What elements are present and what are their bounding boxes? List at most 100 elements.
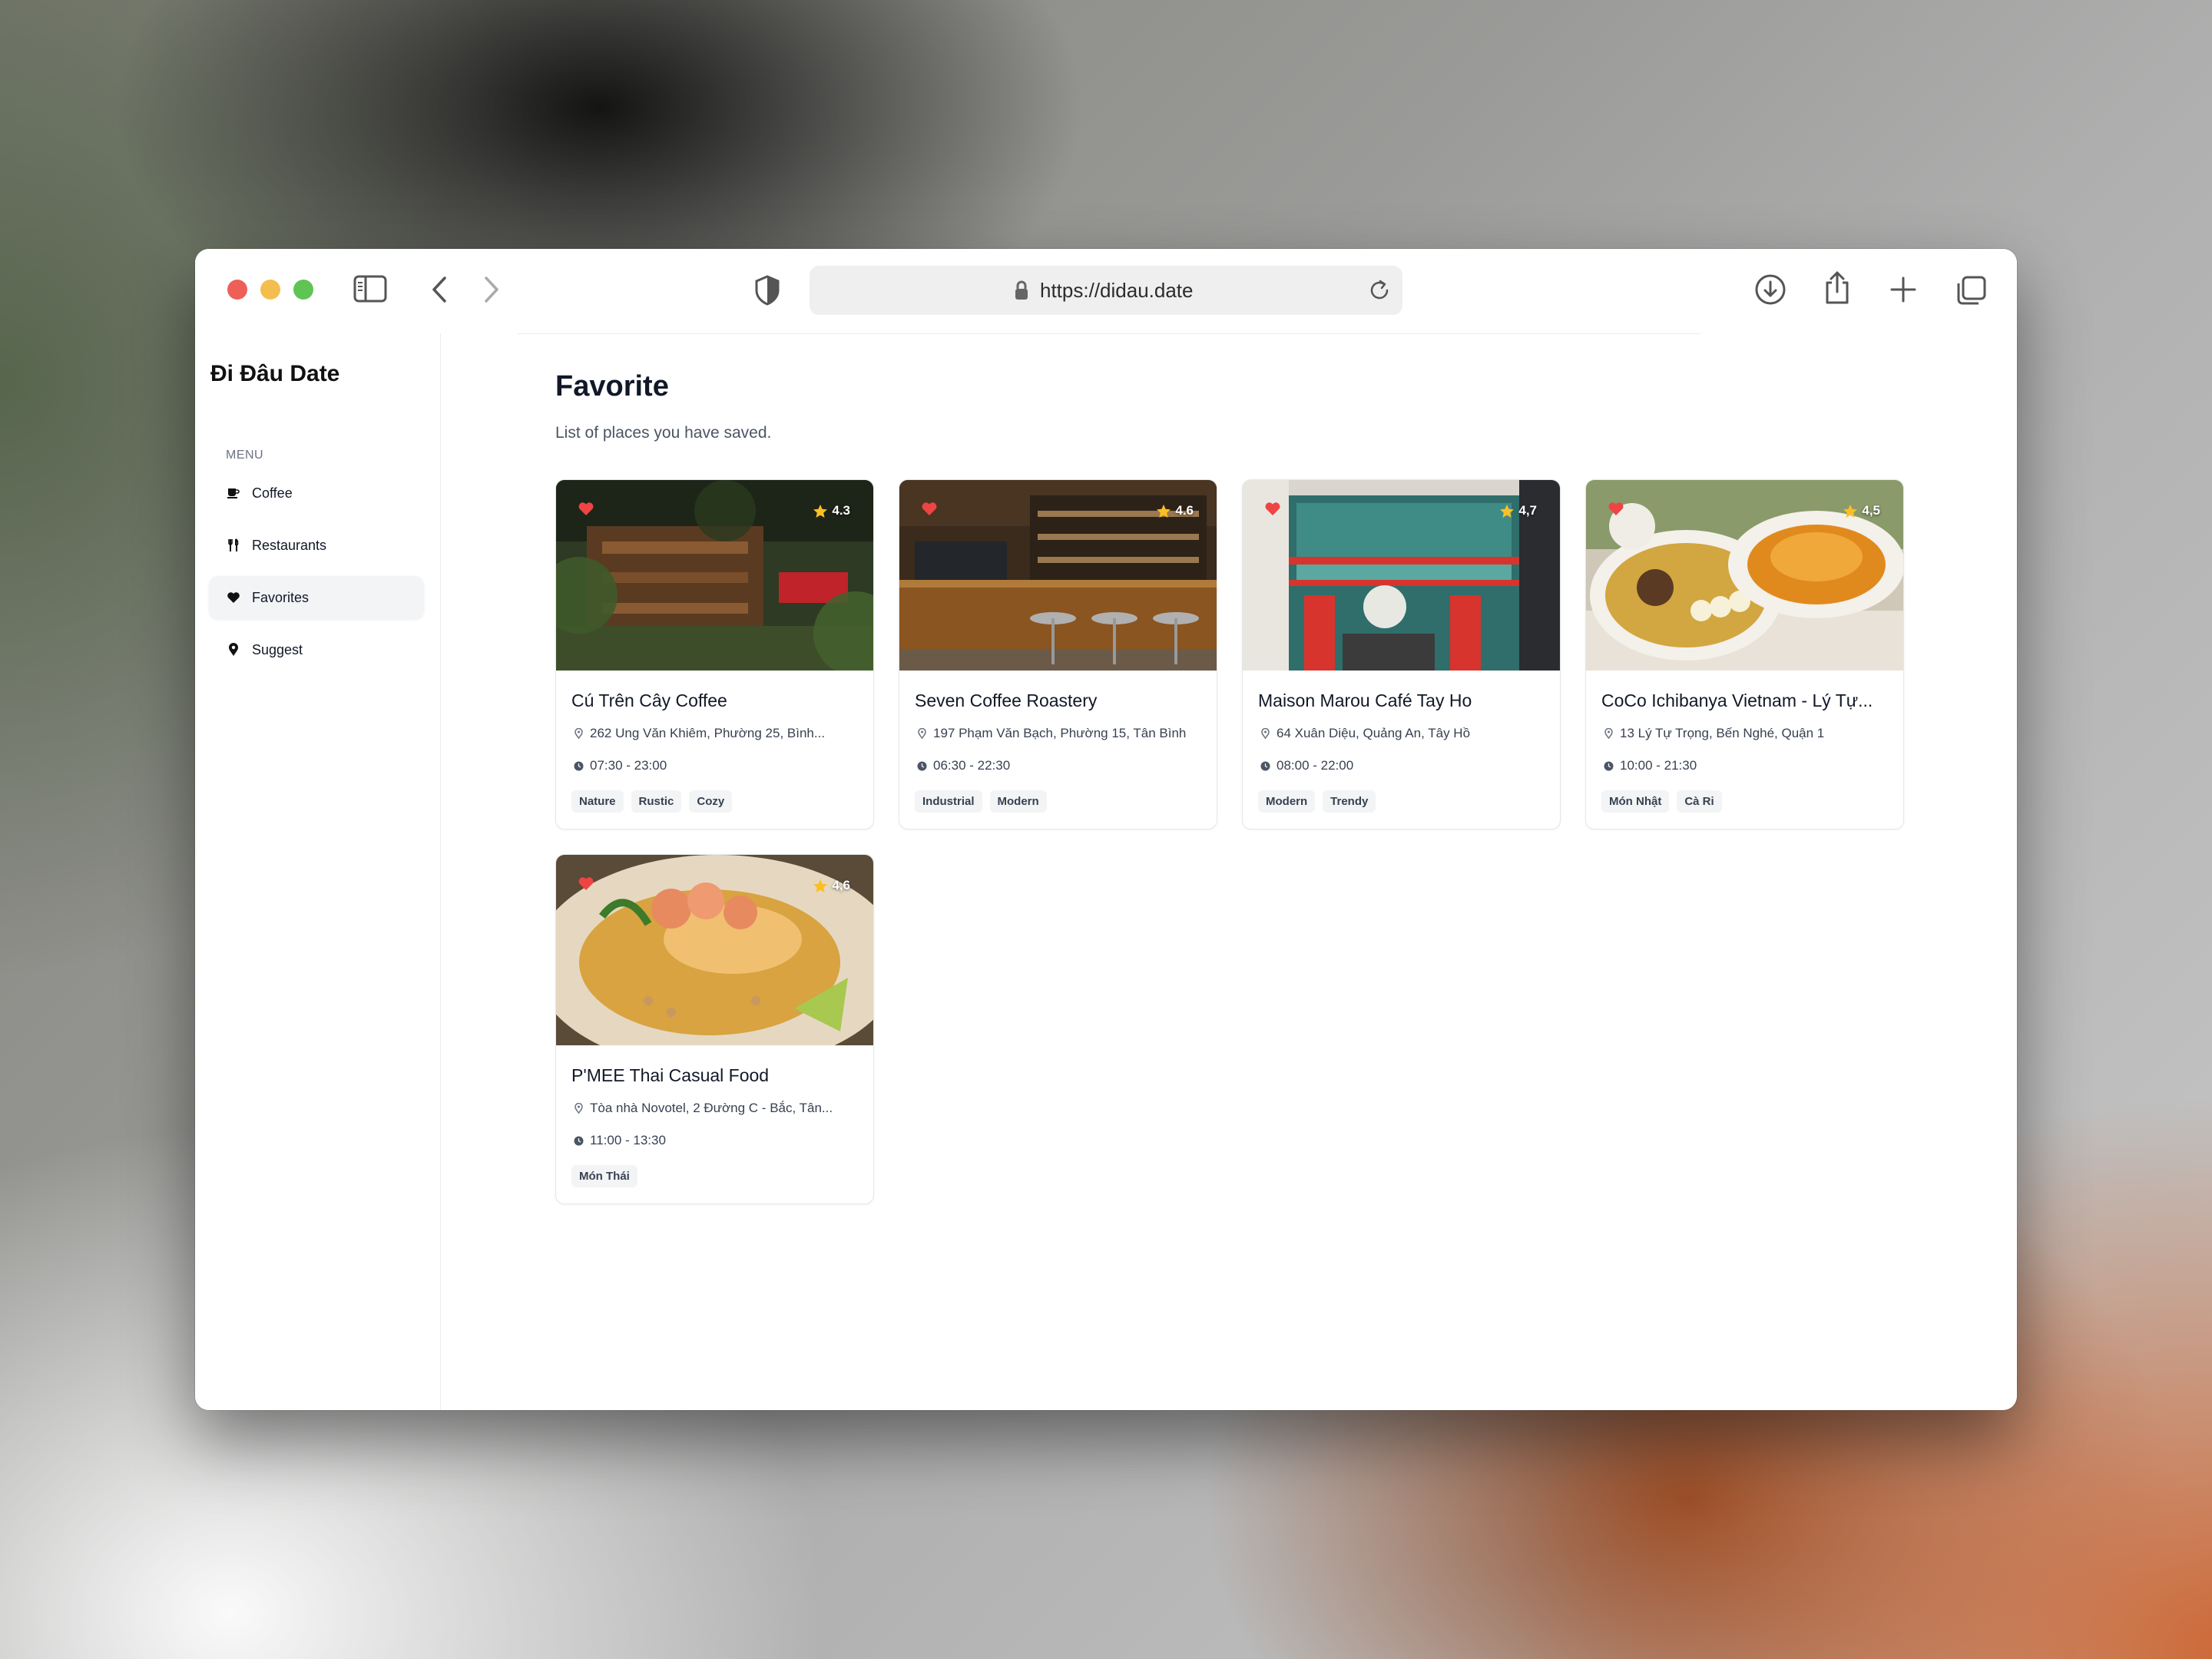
minimize-window-button[interactable] [260, 280, 280, 300]
brand-logo-text[interactable]: Đi Đâu Date [210, 361, 339, 387]
place-hours: 06:30 - 22:30 [915, 758, 1207, 773]
heart-icon [226, 590, 241, 605]
rating-badge: 4,5 [1843, 503, 1880, 518]
star-icon [813, 504, 828, 518]
tag: Modern [989, 790, 1047, 813]
star-icon [813, 879, 828, 892]
rating-badge: 4,6 [813, 878, 850, 893]
sidebar-item-restaurants[interactable]: Restaurants [209, 524, 424, 567]
tag-list: Nature Rustic Cozy [571, 790, 733, 813]
rating-value: 4,5 [1862, 503, 1880, 518]
address-text: Tòa nhà Novotel, 2 Đường C - Bắc, Tân... [590, 1101, 833, 1115]
coffee-icon [226, 485, 241, 501]
place-name[interactable]: Maison Marou Café Tay Ho [1258, 690, 1550, 711]
clock-icon [571, 761, 585, 771]
hours-text: 08:00 - 22:00 [1277, 758, 1354, 773]
sidebar-toggle-icon[interactable] [353, 275, 387, 303]
place-card[interactable]: 4.6 Seven Coffee Roastery 197 Phạm Văn B… [899, 479, 1217, 830]
privacy-shield-icon[interactable] [754, 275, 780, 306]
back-icon[interactable] [430, 275, 449, 304]
tag: Món Thái [571, 1165, 637, 1187]
rating-value: 4,7 [1518, 503, 1537, 518]
browser-toolbar: https://didau.date [195, 249, 2017, 333]
place-hours: 08:00 - 22:00 [1258, 758, 1550, 773]
map-pin-icon [915, 728, 929, 739]
map-pin-icon [1601, 728, 1615, 739]
sidebar-item-suggest[interactable]: Suggest [209, 628, 424, 671]
sidebar-item-label: Coffee [252, 485, 293, 501]
map-pin-icon [571, 728, 585, 739]
new-tab-icon[interactable] [1889, 276, 1917, 303]
favorite-heart-icon[interactable] [578, 502, 598, 522]
hours-text: 10:00 - 21:30 [1620, 758, 1697, 773]
tag: Món Nhật [1601, 790, 1670, 813]
hours-text: 06:30 - 22:30 [933, 758, 1011, 773]
place-address: 13 Lý Tự Trọng, Bến Nghé, Quận 1 [1601, 726, 1893, 741]
lock-icon [1014, 280, 1029, 305]
address-text: 197 Phạm Văn Bạch, Phường 15, Tân Bình [933, 726, 1187, 740]
place-card[interactable]: 4,6 P'MEE Thai Casual Food Tòa nhà Novot… [555, 854, 874, 1204]
sidebar: Đi Đâu Date MENU Coffee Restaurants Favo… [195, 333, 441, 1410]
place-hours: 10:00 - 21:30 [1601, 758, 1893, 773]
map-pin-icon [571, 1103, 585, 1114]
close-window-button[interactable] [227, 280, 247, 300]
address-text: 64 Xuân Diệu, Quảng An, Tây Hồ [1277, 726, 1471, 740]
main-content: Favorite List of places you have saved. [441, 333, 2017, 1410]
tag: Cozy [689, 790, 733, 813]
address-text: 262 Ung Văn Khiêm, Phường 25, Bình... [590, 726, 826, 740]
place-address: Tòa nhà Novotel, 2 Đường C - Bắc, Tân... [571, 1101, 863, 1116]
rating-value: 4.3 [832, 503, 850, 518]
page-subtitle: List of places you have saved. [555, 424, 772, 442]
tag: Rustic [631, 790, 682, 813]
page-title: Favorite [555, 370, 669, 402]
utensils-icon [226, 538, 241, 553]
address-bar[interactable]: https://didau.date [810, 266, 1402, 315]
share-icon[interactable] [1823, 270, 1851, 306]
place-name[interactable]: Seven Coffee Roastery [915, 690, 1207, 711]
rating-badge: 4,7 [1499, 503, 1537, 518]
map-pin-icon [226, 642, 241, 657]
favorite-heart-icon[interactable] [1608, 502, 1628, 522]
tag-list: Modern Trendy [1258, 790, 1376, 813]
rating-value: 4,6 [832, 878, 850, 892]
favorite-heart-icon[interactable] [921, 502, 941, 522]
tag-list: Industrial Modern [915, 790, 1047, 813]
sidebar-item-label: Restaurants [252, 537, 327, 553]
clock-icon [1601, 761, 1615, 771]
clock-icon [1258, 761, 1272, 771]
tag: Cà Ri [1677, 790, 1722, 813]
favorite-heart-icon[interactable] [578, 876, 598, 896]
star-icon [1157, 504, 1171, 518]
clock-icon [915, 761, 929, 771]
place-card[interactable]: 4.3 Cú Trên Cây Coffee 262 Ung Văn Khiêm… [555, 479, 874, 830]
place-name[interactable]: P'MEE Thai Casual Food [571, 1065, 863, 1086]
address-text: 13 Lý Tự Trọng, Bến Nghé, Quận 1 [1620, 726, 1825, 740]
place-card[interactable]: 4,5 CoCo Ichibanya Vietnam - Lý Tự... 13… [1585, 479, 1904, 830]
download-icon[interactable] [1754, 273, 1786, 306]
rating-badge: 4.6 [1156, 503, 1194, 518]
browser-window: https://didau.date Đi Đâu Date MENU Coff… [195, 249, 2017, 1410]
hours-text: 07:30 - 23:00 [590, 758, 667, 773]
place-address: 197 Phạm Văn Bạch, Phường 15, Tân Bình [915, 726, 1207, 741]
place-address: 262 Ung Văn Khiêm, Phường 25, Bình... [571, 726, 863, 741]
reload-icon[interactable] [1367, 278, 1392, 306]
tab-overview-icon[interactable] [1955, 274, 1988, 306]
sidebar-item-label: Favorites [252, 589, 310, 605]
place-name[interactable]: Cú Trên Cây Coffee [571, 690, 863, 711]
hours-text: 11:00 - 13:30 [590, 1133, 666, 1147]
place-name[interactable]: CoCo Ichibanya Vietnam - Lý Tự... [1601, 690, 1893, 711]
rating-badge: 4.3 [813, 503, 850, 518]
favorite-heart-icon[interactable] [1264, 502, 1284, 522]
tag: Industrial [915, 790, 982, 813]
sidebar-item-favorites[interactable]: Favorites [209, 576, 424, 619]
tag: Nature [571, 790, 624, 813]
place-card[interactable]: 4,7 Maison Marou Café Tay Ho 64 Xuân Diệ… [1242, 479, 1561, 830]
url-text: https://didau.date [1040, 279, 1194, 302]
tag: Trendy [1323, 790, 1376, 813]
clock-icon [571, 1136, 585, 1146]
star-icon [1500, 504, 1515, 518]
maximize-window-button[interactable] [293, 280, 313, 300]
forward-icon[interactable] [482, 275, 501, 304]
tag-list: Món Nhật Cà Ri [1601, 790, 1722, 813]
sidebar-item-coffee[interactable]: Coffee [209, 472, 424, 515]
